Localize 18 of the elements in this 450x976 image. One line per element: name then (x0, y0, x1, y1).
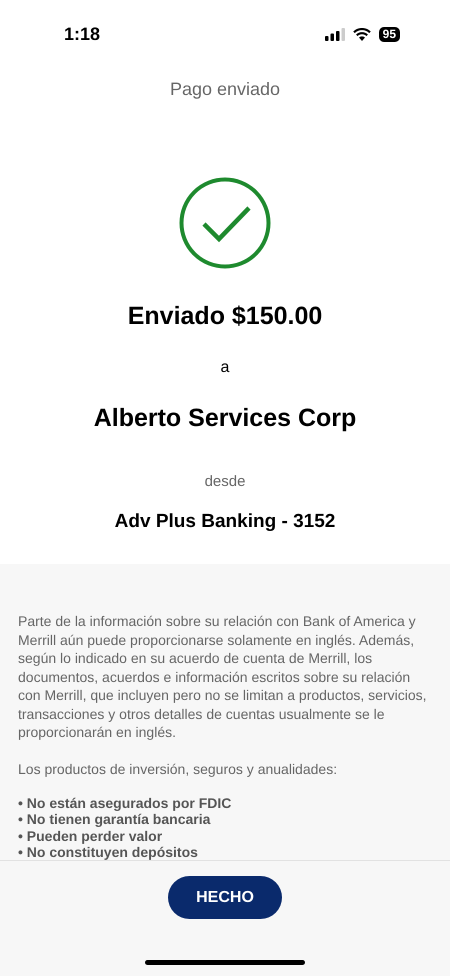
disclosure-bullet: • No constituyen depósitos (18, 844, 199, 860)
disclosure-intro: Los productos de inversión, seguros y anualidades: (18, 760, 338, 778)
check-circle-icon (179, 177, 271, 269)
page-title: Pago enviado (170, 78, 280, 101)
battery-indicator: 95 (378, 26, 400, 42)
done-button[interactable]: HECHO (168, 876, 282, 919)
disclosure-bullet: • No tienen garantía bancaria (18, 811, 212, 828)
connector-text: a (220, 358, 230, 378)
status-time: 1:18 (64, 22, 100, 46)
payee-name: Alberto Services Corp (94, 402, 356, 434)
disclosure-bullet: • No están asegurados por FDIC (18, 794, 232, 811)
account-name: Adv Plus Banking - 3152 (114, 510, 336, 534)
signal-icon (324, 28, 345, 40)
connector-text: desde (204, 472, 246, 492)
wifi-icon (352, 28, 371, 40)
amount-sent: Enviado $150.00 (128, 301, 322, 332)
disclosure-bullet: • Pueden perder valor (18, 828, 164, 844)
disclosure-paragraph: Parte de la información sobre su relación con Bank of America y Merrill aún puede proporcionarse solamente en inglés. Además, según lo indicado en su acuerdo de cuenta de Merrill, los documentos, acuerdos e información escritos sobre su relación con Merrill, que incluyen pero no se limitan a productos, servicios, transacciones y otros detalles de cuentas usualmente se le proporcionarán en inglés. (18, 612, 428, 742)
